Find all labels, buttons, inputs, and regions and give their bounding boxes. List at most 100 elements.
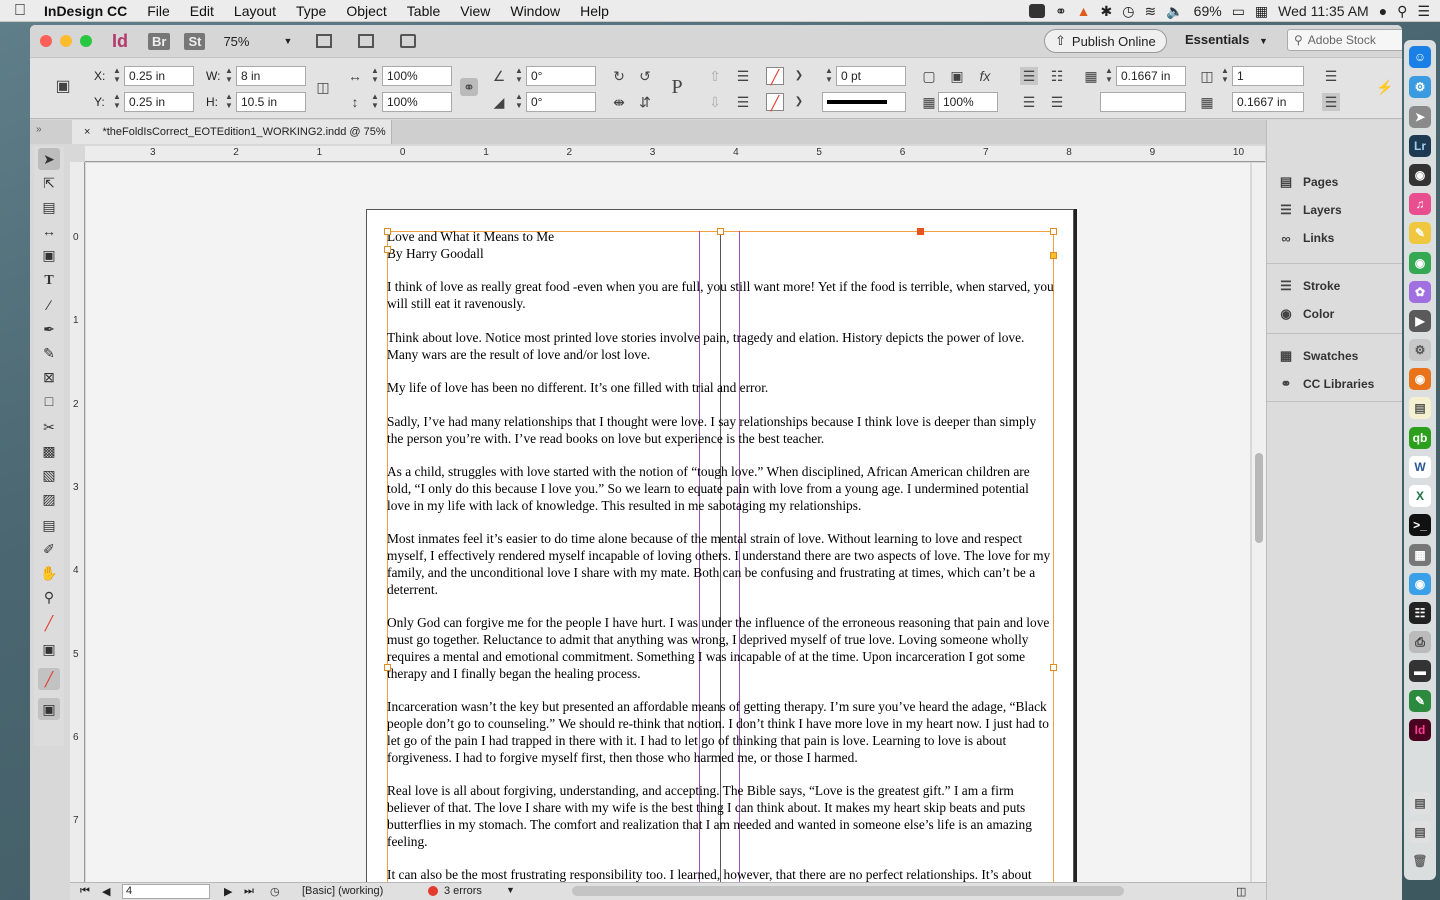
piano-icon[interactable]: ☷ [1409, 602, 1431, 624]
photos-icon[interactable]: ✿ [1409, 281, 1431, 303]
h-stepper[interactable]: ▲ ▼ [224, 92, 234, 112]
messages-icon[interactable]: ◉ [1409, 573, 1431, 595]
trash-icon[interactable]: 🗑 [1409, 850, 1431, 872]
printer-icon[interactable]: ⎙ [1409, 631, 1431, 653]
y-stepper[interactable]: ▲ ▼ [112, 92, 122, 112]
menu-window[interactable]: Window [500, 3, 570, 19]
collapse-panels-icon[interactable]: » [36, 124, 42, 135]
documents-stack-icon[interactable]: ▤ [1409, 821, 1431, 843]
menu-edit[interactable]: Edit [180, 3, 224, 19]
notification-center-icon[interactable]: ☰ [1417, 3, 1430, 20]
gradient-feather-tool-icon[interactable]: ▨ [38, 488, 60, 510]
word-icon[interactable]: W [1409, 456, 1431, 478]
page-thumbnail-icon[interactable]: ◷ [270, 885, 280, 898]
menu-layout[interactable]: Layout [224, 3, 286, 19]
align-center-icon[interactable]: ☰ [1048, 93, 1066, 111]
paragraph-marker-icon[interactable]: P [668, 77, 686, 97]
shear-field[interactable]: 0° [526, 92, 596, 112]
menu-table[interactable]: Table [397, 3, 450, 19]
automator-icon[interactable]: ⚙ [1409, 339, 1431, 361]
stock-button[interactable]: St [184, 32, 206, 50]
cc-libraries-panel-tab[interactable]: ⚭ CC Libraries [1267, 370, 1402, 398]
quick-apply-icon[interactable]: ⚡ [1376, 78, 1394, 96]
x-stepper[interactable]: ▲ ▼ [112, 66, 122, 86]
safari-icon[interactable]: ⚙ [1409, 76, 1431, 98]
evernote-dock-icon[interactable]: ✎ [1409, 690, 1431, 712]
stroke-type-select[interactable] [822, 92, 906, 112]
scissors-tool-icon[interactable]: ✂ [38, 416, 60, 438]
downloads-stack-icon[interactable]: ▤ [1409, 792, 1431, 814]
text-wrap-box-icon[interactable]: ☷ [1048, 67, 1066, 85]
stroke-weight-stepper[interactable]: ▲ ▼ [824, 66, 834, 86]
last-page-icon[interactable]: ⏭ [244, 885, 254, 898]
previous-page-icon[interactable]: ◀ [102, 885, 110, 898]
distribute-icon[interactable]: ☰ [734, 67, 752, 85]
in-port-handle[interactable] [384, 246, 391, 253]
minimize-window-button[interactable] [60, 35, 72, 47]
effects-icon[interactable]: fx [976, 67, 994, 85]
preflight-menu-icon[interactable]: ▼ [506, 885, 515, 895]
fill-swatch-icon[interactable]: ╱ [766, 67, 784, 85]
gutter-stepper[interactable]: ▲ ▼ [1104, 66, 1114, 86]
creative-cloud-icon[interactable]: ⚭ [1055, 3, 1067, 20]
pages-panel-tab[interactable]: ▤ Pages [1267, 168, 1402, 196]
next-page-icon[interactable]: ▶ [224, 885, 232, 898]
rotation-field[interactable]: 0° [526, 66, 596, 86]
rotate-cw-icon[interactable]: ↻ [610, 67, 628, 85]
fill-menu-icon[interactable]: ❯ [790, 67, 808, 85]
document-tab[interactable]: × *theFoldIsCorrect_EOTEdition1_WORKING2… [72, 120, 392, 144]
pencil-tool-icon[interactable]: ✎ [38, 342, 60, 364]
h-field[interactable]: 10.5 in [236, 92, 306, 112]
opacity-field[interactable]: 100% [938, 92, 998, 112]
out-port-handle[interactable] [1050, 252, 1057, 259]
preflight-profile[interactable]: [Basic] (working) [302, 885, 383, 897]
hand-tool-icon[interactable]: ✋ [38, 562, 60, 584]
firefox-icon[interactable]: ◉ [1409, 368, 1431, 390]
stickies-icon[interactable]: ▤ [1409, 397, 1431, 419]
apply-none-icon[interactable]: ╱ [38, 668, 60, 690]
links-panel-tab[interactable]: ∞ Links [1267, 224, 1402, 252]
menu-type[interactable]: Type [286, 3, 336, 19]
align-top-icon[interactable]: ☰ [1020, 93, 1038, 111]
apple-menu-icon[interactable]:  [0, 2, 40, 20]
frame-handle-top-right-marker[interactable] [917, 228, 924, 235]
quickbooks-icon[interactable]: qb [1409, 427, 1431, 449]
frame-handle-top-center[interactable] [717, 228, 724, 235]
rectangle-tool-icon[interactable]: □ [38, 390, 60, 412]
screen-mode-icon[interactable] [358, 34, 375, 48]
menu-file[interactable]: File [137, 3, 180, 19]
time-machine-icon[interactable]: ◷ [1122, 3, 1134, 20]
first-page-icon[interactable]: ⏮ [80, 885, 90, 898]
link-scale-icon[interactable]: ⚭ [460, 78, 478, 96]
frame-handle-middle-right[interactable] [1050, 664, 1057, 671]
scale-y-stepper[interactable]: ▲ ▼ [370, 92, 380, 112]
adobe-stock-search[interactable]: ⚲ Adobe Stock [1287, 29, 1402, 51]
battery-icon[interactable]: ▭ [1232, 3, 1245, 20]
gap-tool-icon[interactable]: ↔ [38, 220, 60, 242]
close-window-button[interactable] [40, 35, 52, 47]
column-width-field[interactable]: 0.1667 in [1232, 92, 1304, 112]
bridge-button[interactable]: Br [148, 32, 171, 50]
text-wrap-none-icon[interactable]: ☰ [1020, 67, 1038, 85]
zoom-dropdown-icon[interactable]: ▼ [283, 36, 292, 46]
scale-x-stepper[interactable]: ▲ ▼ [370, 66, 380, 86]
note-tool-icon[interactable]: ▤ [38, 514, 60, 536]
frame-handle-top-right[interactable] [1050, 228, 1057, 235]
swatches-panel-tab[interactable]: ▦ Swatches [1267, 342, 1402, 370]
menu-help[interactable]: Help [570, 3, 619, 19]
volume-icon[interactable]: 🔈 [1166, 3, 1183, 20]
workspace-switcher[interactable]: Essentials ▼ [1185, 32, 1268, 47]
w-field[interactable]: 8 in [236, 66, 306, 86]
content-collector-icon[interactable]: ▣ [38, 244, 60, 266]
stroke-panel-tab[interactable]: ☰ Stroke [1267, 272, 1402, 300]
vlc-icon[interactable]: ▲ [1077, 3, 1091, 19]
scale-y-field[interactable]: 100% [382, 92, 452, 112]
document-page[interactable]: Love and What it Means to Me By Harry Go… [366, 209, 1074, 882]
select-content-icon[interactable]: ⇩ [706, 93, 724, 111]
flip-horizontal-icon[interactable]: ⇼ [610, 93, 628, 111]
w-stepper[interactable]: ▲ ▼ [224, 66, 234, 86]
free-transform-tool-icon[interactable]: ▩ [38, 440, 60, 462]
hardware-icon[interactable]: ▬ [1409, 660, 1431, 682]
story-text[interactable]: Love and What it Means to Me By Harry Go… [387, 229, 1055, 882]
gradient-swatch-tool-icon[interactable]: ▧ [38, 464, 60, 486]
